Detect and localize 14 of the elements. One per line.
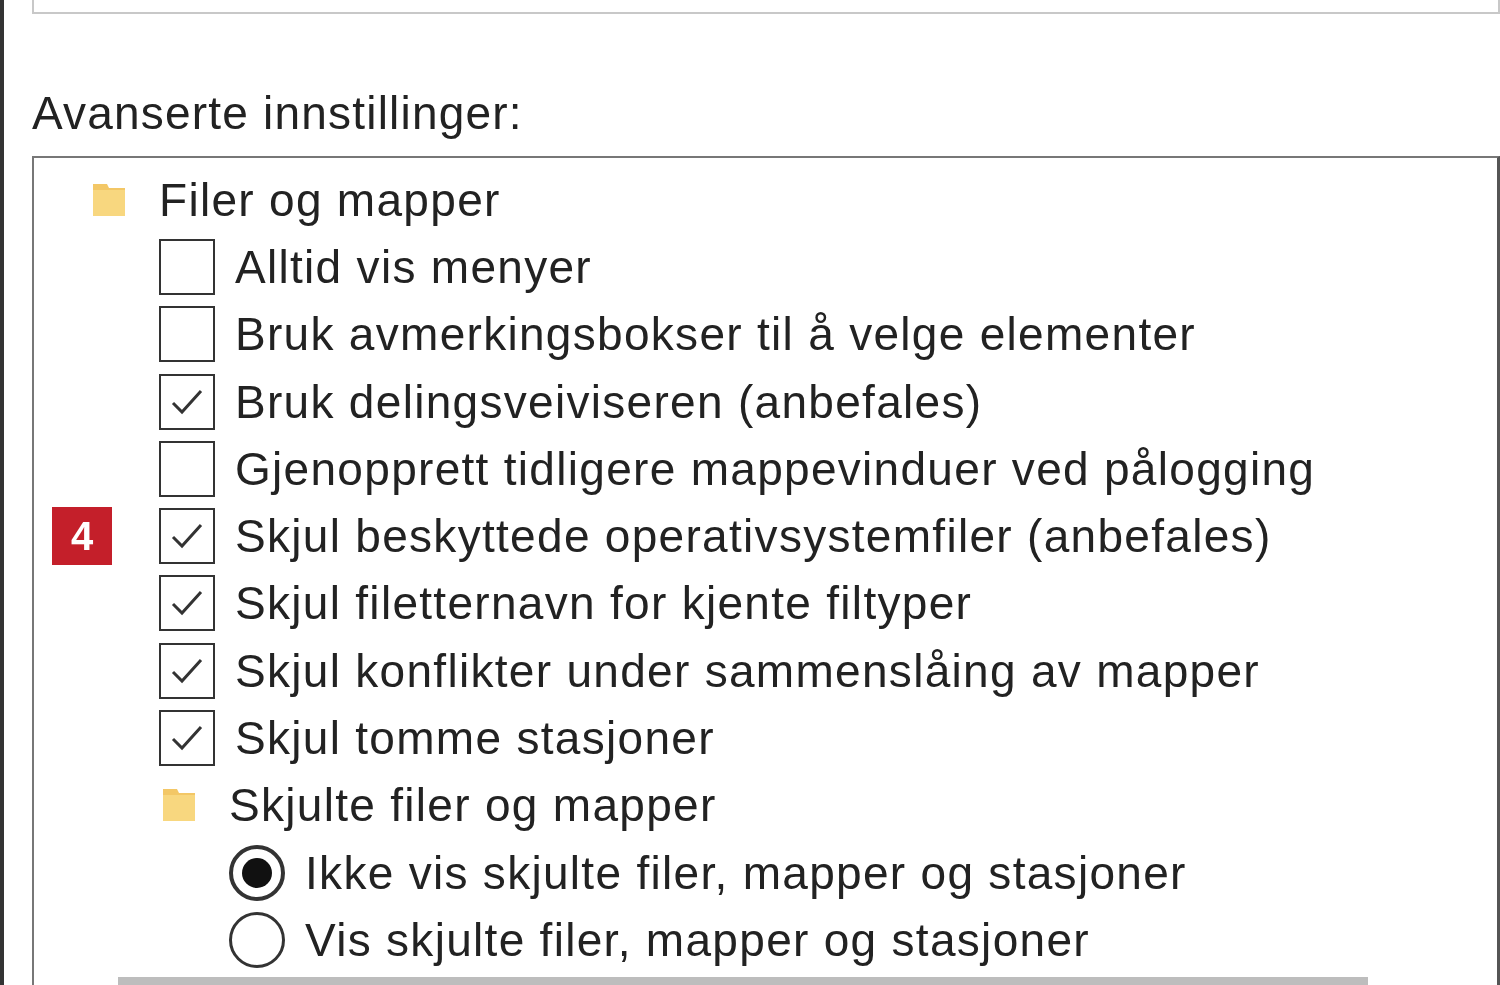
option-label[interactable]: Alltid vis menyer — [235, 239, 592, 294]
option-label[interactable]: Gjenopprett tidligere mappevinduer ved pålogging — [235, 441, 1316, 496]
section-label: Avanserte innstillinger: — [32, 88, 524, 138]
option-label[interactable]: Skjul konflikter under sammenslåing av mapper — [235, 643, 1260, 698]
option-label[interactable]: Bruk avmerkingsbokser til å velge elementer — [235, 307, 1196, 362]
tree-folder-label[interactable]: Skjulte filer og mapper — [229, 778, 717, 833]
option-label[interactable]: Ikke vis skjulte filer, mapper og stasjoner — [305, 845, 1187, 900]
option-label[interactable]: Bruk delingsveiviseren (anbefales) — [235, 374, 983, 429]
option-label[interactable]: Vis skjulte filer, mapper og stasjoner — [305, 912, 1090, 967]
option-label[interactable]: Skjul beskyttede operativsystemfiler (anbefales) — [235, 509, 1272, 564]
option-label[interactable]: Skjul filetternavn for kjente filtyper — [235, 576, 973, 631]
option-label[interactable]: Skjul tomme stasjoner — [235, 711, 715, 765]
tree-folder-label[interactable]: Filer og mapper — [159, 172, 501, 227]
step-badge: 4 — [52, 507, 112, 566]
